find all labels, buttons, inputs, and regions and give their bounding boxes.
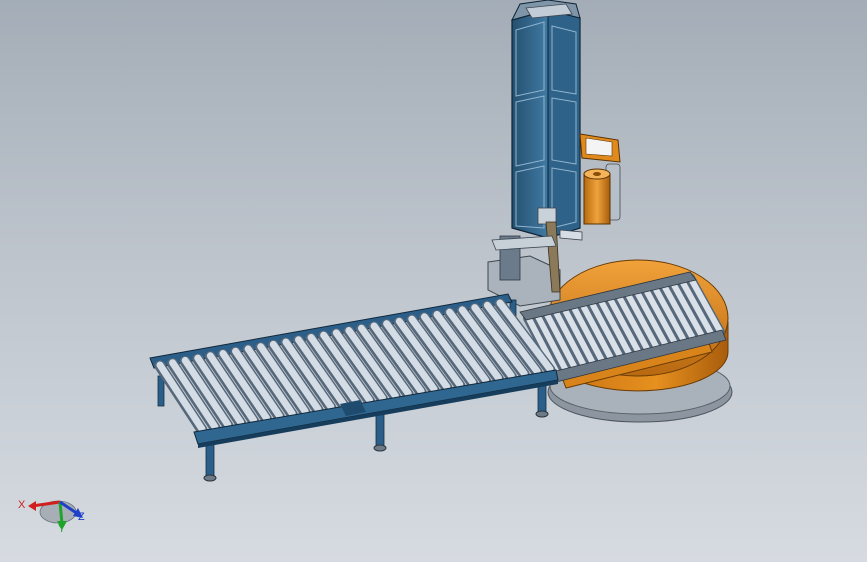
axis-triad: X Y Z (18, 499, 85, 535)
roller-conveyor[interactable] (149, 293, 559, 482)
axis-x-arrow (28, 501, 36, 511)
axis-y-label: Y (58, 523, 66, 535)
mast-tower[interactable] (487, 0, 581, 307)
cad-viewport[interactable]: X Y Z (0, 0, 867, 562)
axis-y-line (58, 501, 64, 525)
film-carriage[interactable] (579, 133, 621, 225)
axis-z-label: Z (78, 511, 85, 523)
model-scene[interactable]: X Y Z (0, 0, 867, 562)
axis-x-label: X (18, 499, 26, 511)
film-roll (583, 168, 611, 225)
